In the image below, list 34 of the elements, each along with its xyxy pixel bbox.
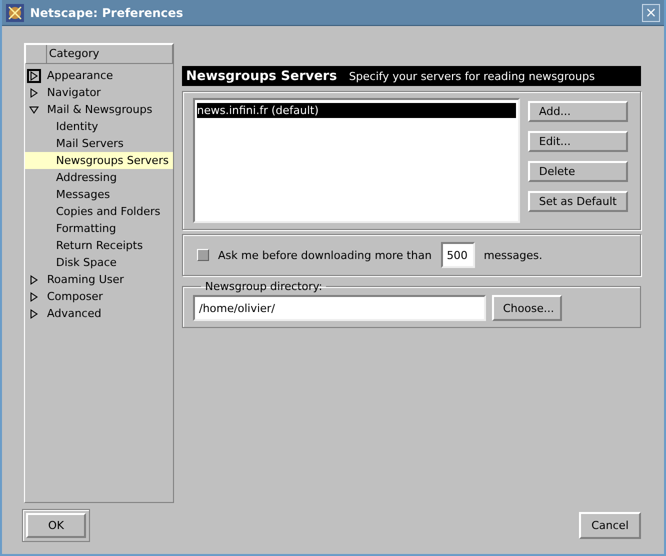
messages-label: messages. bbox=[484, 248, 542, 262]
cancel-button[interactable]: Cancel bbox=[579, 512, 641, 539]
page-title: Newsgroups Servers bbox=[186, 68, 337, 84]
message-count-field[interactable]: 500 bbox=[440, 242, 475, 268]
tree-item[interactable]: Composer bbox=[25, 288, 173, 305]
ok-button[interactable]: OK bbox=[26, 513, 86, 538]
tree-item[interactable]: Copies and Folders bbox=[25, 203, 173, 220]
tree-item[interactable]: Mail Servers bbox=[25, 135, 173, 152]
tree-item[interactable]: Return Receipts bbox=[25, 237, 173, 254]
column-header-label: Category bbox=[48, 46, 100, 62]
tree-item[interactable]: Roaming User bbox=[25, 271, 173, 288]
server-action-button[interactable]: Delete bbox=[528, 161, 628, 182]
window-title: Netscape: Preferences bbox=[30, 6, 184, 20]
tree-item[interactable]: Appearance bbox=[25, 67, 173, 84]
tree-item[interactable]: Disk Space bbox=[25, 254, 173, 271]
choose-button[interactable]: Choose... bbox=[492, 295, 562, 321]
server-action-button[interactable]: Set as Default bbox=[528, 191, 628, 212]
page-subtitle: Specify your servers for reading newsgroups bbox=[348, 70, 595, 82]
server-item[interactable]: news.infini.fr (default) bbox=[197, 103, 516, 118]
tree-item[interactable]: Messages bbox=[25, 186, 173, 203]
group-label: Newsgroup directory: bbox=[204, 280, 324, 293]
server-action-button[interactable]: Edit... bbox=[528, 131, 628, 152]
checkbox[interactable] bbox=[197, 249, 209, 261]
tree-item[interactable]: Identity bbox=[25, 118, 173, 135]
tree-item[interactable]: Mail & Newsgroups bbox=[25, 101, 173, 118]
tree-item[interactable]: Formatting bbox=[25, 220, 173, 237]
tree-item[interactable]: Newsgroups Servers bbox=[25, 152, 173, 169]
server-action-button[interactable]: Add... bbox=[528, 101, 628, 122]
directory-field[interactable]: /home/olivier/ bbox=[193, 295, 486, 321]
app-icon bbox=[6, 4, 24, 22]
tree-item[interactable]: Addressing bbox=[25, 169, 173, 186]
tree-item[interactable]: Navigator bbox=[25, 84, 173, 101]
checkbox-label: Ask me before downloading more than bbox=[218, 248, 432, 262]
tree-item[interactable]: Advanced bbox=[25, 305, 173, 322]
